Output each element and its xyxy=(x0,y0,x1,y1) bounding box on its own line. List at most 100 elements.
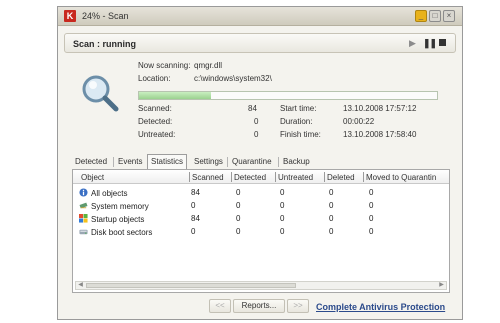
window-title: 24% - Scan xyxy=(82,11,129,21)
location-value: c:\windows\system32\ xyxy=(194,74,272,83)
row-untreated: 0 xyxy=(280,188,285,197)
column-divider[interactable] xyxy=(324,172,325,182)
row-object-label: All objects xyxy=(91,189,128,198)
tab-backup[interactable]: Backup xyxy=(280,155,313,169)
magnifier-icon xyxy=(82,75,119,112)
pause-icon: ❚❚ xyxy=(423,38,437,48)
column-header-object[interactable]: Object xyxy=(81,173,104,182)
location-label: Location: xyxy=(138,74,171,83)
info-icon xyxy=(79,188,88,197)
scan-status-text: Scan : running xyxy=(73,39,136,49)
untreated-label: Untreated: xyxy=(138,130,176,139)
row-deleted: 0 xyxy=(329,227,334,236)
close-icon: × xyxy=(446,11,452,20)
scan-window: K 24% - Scan _ □ × Scan : running ▶ ❚❚ N… xyxy=(57,6,463,320)
row-untreated: 0 xyxy=(280,214,285,223)
row-deleted: 0 xyxy=(329,188,334,197)
table-row[interactable]: Disk boot sectors 0 0 0 0 0 xyxy=(73,226,449,239)
row-untreated: 0 xyxy=(280,201,285,210)
memory-chip-icon xyxy=(79,202,88,209)
column-header-scanned[interactable]: Scanned xyxy=(192,173,224,182)
now-scanning-label: Now scanning: xyxy=(138,61,191,70)
disk-icon xyxy=(79,229,88,235)
table-header: Object Scanned Detected Untreated Delete… xyxy=(73,170,449,184)
scroll-left-icon[interactable]: ◀ xyxy=(76,282,85,289)
row-detected: 0 xyxy=(236,227,241,236)
row-scanned: 84 xyxy=(191,188,200,197)
pause-button[interactable]: ❚❚ xyxy=(423,38,437,49)
tab-quarantine[interactable]: Quarantine xyxy=(229,155,275,169)
detected-value: 0 xyxy=(254,117,259,126)
scan-status-bar: Scan : running ▶ ❚❚ xyxy=(64,33,456,53)
tab-divider xyxy=(113,157,114,167)
duration-value: 00:00:22 xyxy=(343,117,375,126)
screenshot-canvas: K 24% - Scan _ □ × Scan : running ▶ ❚❚ N… xyxy=(0,0,500,323)
finish-time-label: Finish time: xyxy=(280,130,321,139)
detected-label: Detected: xyxy=(138,117,173,126)
maximize-button[interactable]: □ xyxy=(429,10,441,22)
tab-divider xyxy=(278,157,279,167)
next-button[interactable]: >> xyxy=(287,299,309,313)
title-bar[interactable]: K 24% - Scan _ □ × xyxy=(58,7,462,26)
row-untreated: 0 xyxy=(280,227,285,236)
tab-statistics[interactable]: Statistics xyxy=(147,154,188,169)
previous-button[interactable]: << xyxy=(209,299,231,313)
untreated-value: 0 xyxy=(254,130,259,139)
column-header-deleted[interactable]: Deleted xyxy=(327,173,355,182)
row-object-label: Disk boot sectors xyxy=(91,228,153,237)
row-deleted: 0 xyxy=(329,214,334,223)
table-row[interactable]: Startup objects 84 0 0 0 0 xyxy=(73,213,449,226)
scrollbar-thumb[interactable] xyxy=(86,283,296,288)
tab-settings[interactable]: Settings xyxy=(191,155,226,169)
scroll-right-icon[interactable]: ▶ xyxy=(437,282,446,289)
row-moved: 0 xyxy=(369,214,374,223)
app-logo-icon: K xyxy=(64,10,76,22)
scanned-value: 84 xyxy=(248,104,257,113)
row-deleted: 0 xyxy=(329,201,334,210)
start-time-value: 13.10.2008 17:57:12 xyxy=(343,104,417,113)
start-time-label: Start time: xyxy=(280,104,317,113)
complete-protection-link[interactable]: Complete Antivirus Protection xyxy=(316,302,445,312)
column-divider[interactable] xyxy=(275,172,276,182)
play-icon: ▶ xyxy=(409,38,416,48)
tab-events[interactable]: Events xyxy=(115,155,145,169)
duration-label: Duration: xyxy=(280,117,313,126)
stop-button[interactable] xyxy=(439,38,446,48)
tab-detected[interactable]: Detected xyxy=(72,155,110,169)
minimize-icon: _ xyxy=(418,11,424,20)
finish-time-value: 13.10.2008 17:58:40 xyxy=(343,130,417,139)
scan-progress-fill xyxy=(139,92,211,99)
column-divider[interactable] xyxy=(363,172,364,182)
column-header-detected[interactable]: Detected xyxy=(234,173,266,182)
row-moved: 0 xyxy=(369,188,374,197)
table-row[interactable]: System memory 0 0 0 0 0 xyxy=(73,200,449,213)
row-object-label: Startup objects xyxy=(91,215,145,224)
row-detected: 0 xyxy=(236,201,241,210)
play-button[interactable]: ▶ xyxy=(409,38,416,49)
scanned-label: Scanned: xyxy=(138,104,172,113)
scan-progress-bar xyxy=(138,91,438,100)
close-button[interactable]: × xyxy=(443,10,455,22)
column-divider[interactable] xyxy=(189,172,190,182)
minimize-button[interactable]: _ xyxy=(415,10,427,22)
column-header-untreated[interactable]: Untreated xyxy=(278,173,313,182)
maximize-icon: □ xyxy=(432,11,438,20)
row-detected: 0 xyxy=(236,214,241,223)
horizontal-scrollbar[interactable]: ◀ ▶ xyxy=(75,281,447,290)
row-moved: 0 xyxy=(369,227,374,236)
row-moved: 0 xyxy=(369,201,374,210)
column-divider[interactable] xyxy=(231,172,232,182)
row-object-label: System memory xyxy=(91,202,149,211)
startup-icon xyxy=(79,214,88,223)
row-detected: 0 xyxy=(236,188,241,197)
column-header-moved[interactable]: Moved to Quarantin xyxy=(366,173,448,182)
row-scanned: 84 xyxy=(191,214,200,223)
row-scanned: 0 xyxy=(191,201,196,210)
now-scanning-value: qmgr.dll xyxy=(194,61,223,70)
reports-button[interactable]: Reports... xyxy=(233,299,285,313)
stop-icon xyxy=(439,39,446,46)
statistics-table: Object Scanned Detected Untreated Delete… xyxy=(72,169,450,293)
table-row[interactable]: All objects 84 0 0 0 0 xyxy=(73,187,449,200)
row-scanned: 0 xyxy=(191,227,196,236)
tab-divider xyxy=(227,157,228,167)
